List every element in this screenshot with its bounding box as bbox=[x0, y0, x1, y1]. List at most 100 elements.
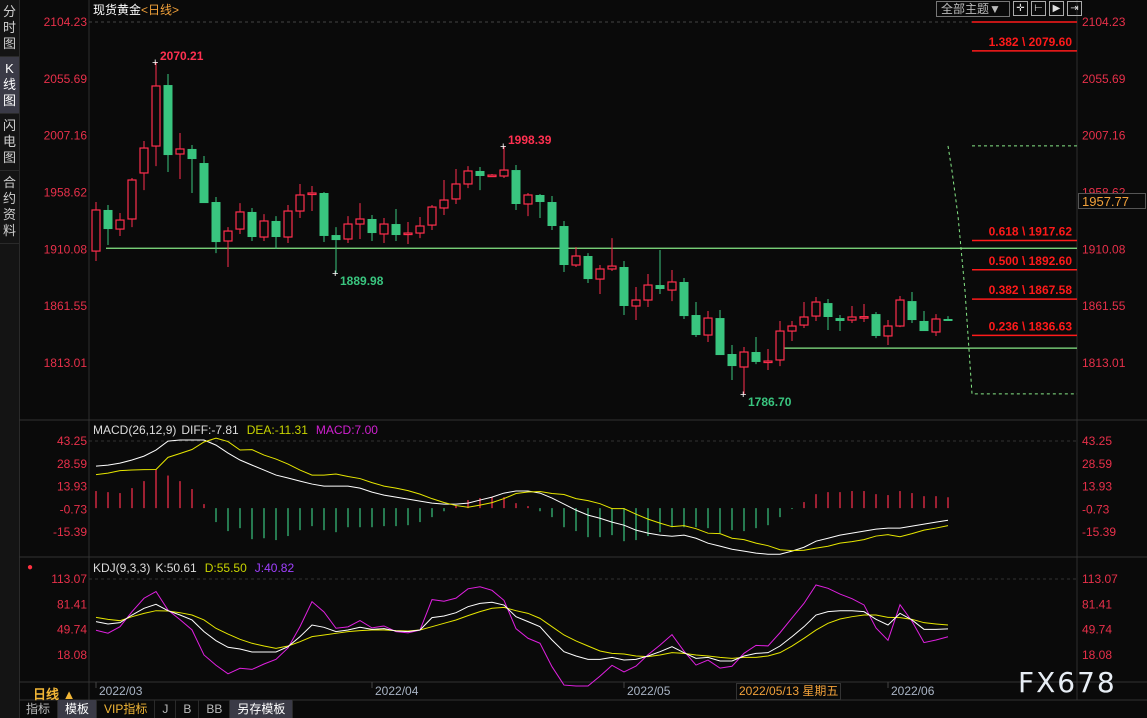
macd-dea-value: DEA:-11.31 bbox=[247, 423, 308, 437]
candle-body-up bbox=[847, 316, 857, 321]
low-price-label: 1786.70 bbox=[748, 395, 792, 409]
candle-body-down bbox=[715, 318, 725, 356]
candle-body-down bbox=[727, 354, 737, 367]
tab-indicators[interactable]: 指标 bbox=[19, 700, 59, 718]
macd-diff-line bbox=[95, 439, 949, 555]
candle-body-down bbox=[655, 285, 665, 290]
candle-body-up bbox=[259, 220, 269, 238]
candle-body-down bbox=[391, 224, 401, 236]
candle-body-down bbox=[199, 163, 209, 204]
chart-title: 现货黄金<日线> bbox=[93, 2, 179, 17]
candle-body-down bbox=[907, 301, 917, 321]
theme-dropdown[interactable]: 全部主题▼ bbox=[936, 1, 1010, 17]
fib-level-label: 0.618 \ 1917.62 bbox=[989, 225, 1073, 239]
candle-body-up bbox=[223, 230, 233, 242]
macd-axis-label-right: -0.73 bbox=[1082, 502, 1110, 516]
price-axis-label-left: 1910.08 bbox=[44, 242, 88, 256]
candle-body-up bbox=[763, 360, 773, 364]
price-axis-label-right: 2007.16 bbox=[1082, 129, 1126, 143]
kdj-j-value: J:40.82 bbox=[255, 561, 295, 575]
price-axis-label-left: 1958.62 bbox=[44, 186, 88, 200]
macd-axis-label-right: 13.93 bbox=[1082, 480, 1112, 494]
candle-body-up bbox=[703, 317, 713, 336]
candle-body-up bbox=[811, 301, 821, 317]
tab-templates[interactable]: 模板 bbox=[58, 700, 98, 718]
candle-body-down bbox=[943, 318, 953, 321]
kdj-axis-label-right: 113.07 bbox=[1082, 572, 1118, 586]
kdj-axis-label-left: 49.74 bbox=[57, 623, 87, 637]
fib-level-label: 0.236 \ 1836.63 bbox=[989, 319, 1073, 333]
kdj-title: KDJ(9,3,3) bbox=[93, 561, 150, 575]
kdj-legend: KDJ(9,3,3) K:50.61 D:55.50 J:40.82 bbox=[93, 561, 294, 575]
candle-body-down bbox=[679, 281, 689, 317]
kdj-axis-label-right: 81.41 bbox=[1082, 597, 1112, 611]
candle-body-up bbox=[895, 299, 905, 327]
price-axis-label-left: 2007.16 bbox=[44, 129, 88, 143]
low-price-label: 1889.98 bbox=[340, 274, 384, 288]
candle-body-up bbox=[799, 316, 809, 326]
candle-body-up bbox=[643, 284, 653, 301]
candle-body-up bbox=[139, 147, 149, 174]
tab-save-template[interactable]: 另存模板 bbox=[230, 700, 294, 718]
candle-body-up bbox=[115, 219, 125, 230]
goto-end-icon[interactable]: ⇥ bbox=[1067, 1, 1082, 16]
high-price-label: 1998.39 bbox=[508, 133, 552, 147]
candle-body-up bbox=[859, 316, 869, 319]
candle-body-down bbox=[271, 220, 281, 238]
candle-body-up bbox=[775, 330, 785, 361]
macd-axis-label-left: 43.25 bbox=[57, 434, 87, 448]
candle-body-up bbox=[307, 192, 317, 196]
indicator-tabbar: 指标 模板 VIP指标 J B BB 另存模板 bbox=[19, 700, 294, 718]
price-axis-label-right: 1813.01 bbox=[1082, 356, 1126, 370]
candle-body-down bbox=[331, 235, 341, 241]
candle-body-up bbox=[403, 232, 413, 236]
candle-body-up bbox=[175, 148, 185, 155]
price-axis-label-left: 1861.55 bbox=[44, 299, 88, 313]
macd-axis-label-left: -15.39 bbox=[53, 525, 87, 539]
kdj-k-value: K:50.61 bbox=[155, 561, 197, 575]
candle-body-down bbox=[751, 352, 761, 362]
kdj-axis-label-right: 18.08 bbox=[1082, 648, 1112, 662]
extreme-marker-icon: + bbox=[332, 268, 338, 280]
candle-body-down bbox=[211, 202, 221, 243]
candle-body-up bbox=[571, 255, 581, 266]
candle-body-down bbox=[511, 170, 521, 205]
play-range-icon[interactable]: ▶ bbox=[1049, 1, 1064, 16]
candle-body-up bbox=[487, 174, 497, 178]
macd-axis-label-left: -0.73 bbox=[60, 502, 88, 516]
fib-level-label: 1.382 \ 2079.60 bbox=[989, 35, 1073, 49]
zoom-range-icon[interactable]: ⊢ bbox=[1031, 1, 1046, 16]
candle-body-down bbox=[247, 211, 257, 238]
candle-body-up bbox=[283, 210, 293, 238]
candle-body-down bbox=[319, 192, 329, 236]
x-axis-label: 2022/05 bbox=[627, 684, 671, 698]
chart-canvas[interactable]: 现货黄金<日线> 2104.23 2104.23 2055.69 2055.69 200… bbox=[0, 0, 1147, 718]
extreme-marker-icon: + bbox=[740, 389, 746, 401]
tab-j[interactable]: J bbox=[155, 700, 177, 718]
tab-vip-indicators[interactable]: VIP指标 bbox=[97, 700, 156, 718]
candle-body-up bbox=[607, 265, 617, 270]
instrument-name: 现货黄金 bbox=[93, 2, 141, 17]
macd-macd-value: MACD:7.00 bbox=[316, 423, 378, 437]
tab-bb[interactable]: BB bbox=[199, 700, 231, 718]
price-axis-label-right: 1861.55 bbox=[1082, 299, 1126, 313]
macd-diff-value: DIFF:-7.81 bbox=[181, 423, 239, 437]
candle-body-down bbox=[871, 314, 881, 336]
candle-body-up bbox=[595, 268, 605, 280]
price-axis-label-right: 2104.23 bbox=[1082, 15, 1126, 29]
macd-axis-label-right: -15.39 bbox=[1082, 525, 1116, 539]
fx678-logo: FX678 bbox=[1018, 666, 1117, 699]
price-axis-label-left: 2104.23 bbox=[44, 15, 88, 29]
macd-legend: MACD(26,12,9) DIFF:-7.81 DEA:-11.31 MACD:7.… bbox=[93, 423, 378, 437]
candle-body-up bbox=[883, 325, 893, 337]
x-axis-label: 2022/04 bbox=[375, 684, 419, 698]
period-label: <日线> bbox=[141, 3, 179, 17]
extreme-marker-icon: + bbox=[500, 141, 506, 153]
candle-body-up bbox=[787, 325, 797, 332]
extreme-marker-icon: + bbox=[152, 57, 158, 69]
candle-body-down bbox=[187, 148, 197, 160]
tab-b[interactable]: B bbox=[176, 700, 200, 718]
kdj-j-line bbox=[95, 584, 949, 687]
crosshair-icon[interactable]: ✛ bbox=[1013, 1, 1028, 16]
kdj-settings-icon[interactable]: ● bbox=[27, 562, 33, 573]
